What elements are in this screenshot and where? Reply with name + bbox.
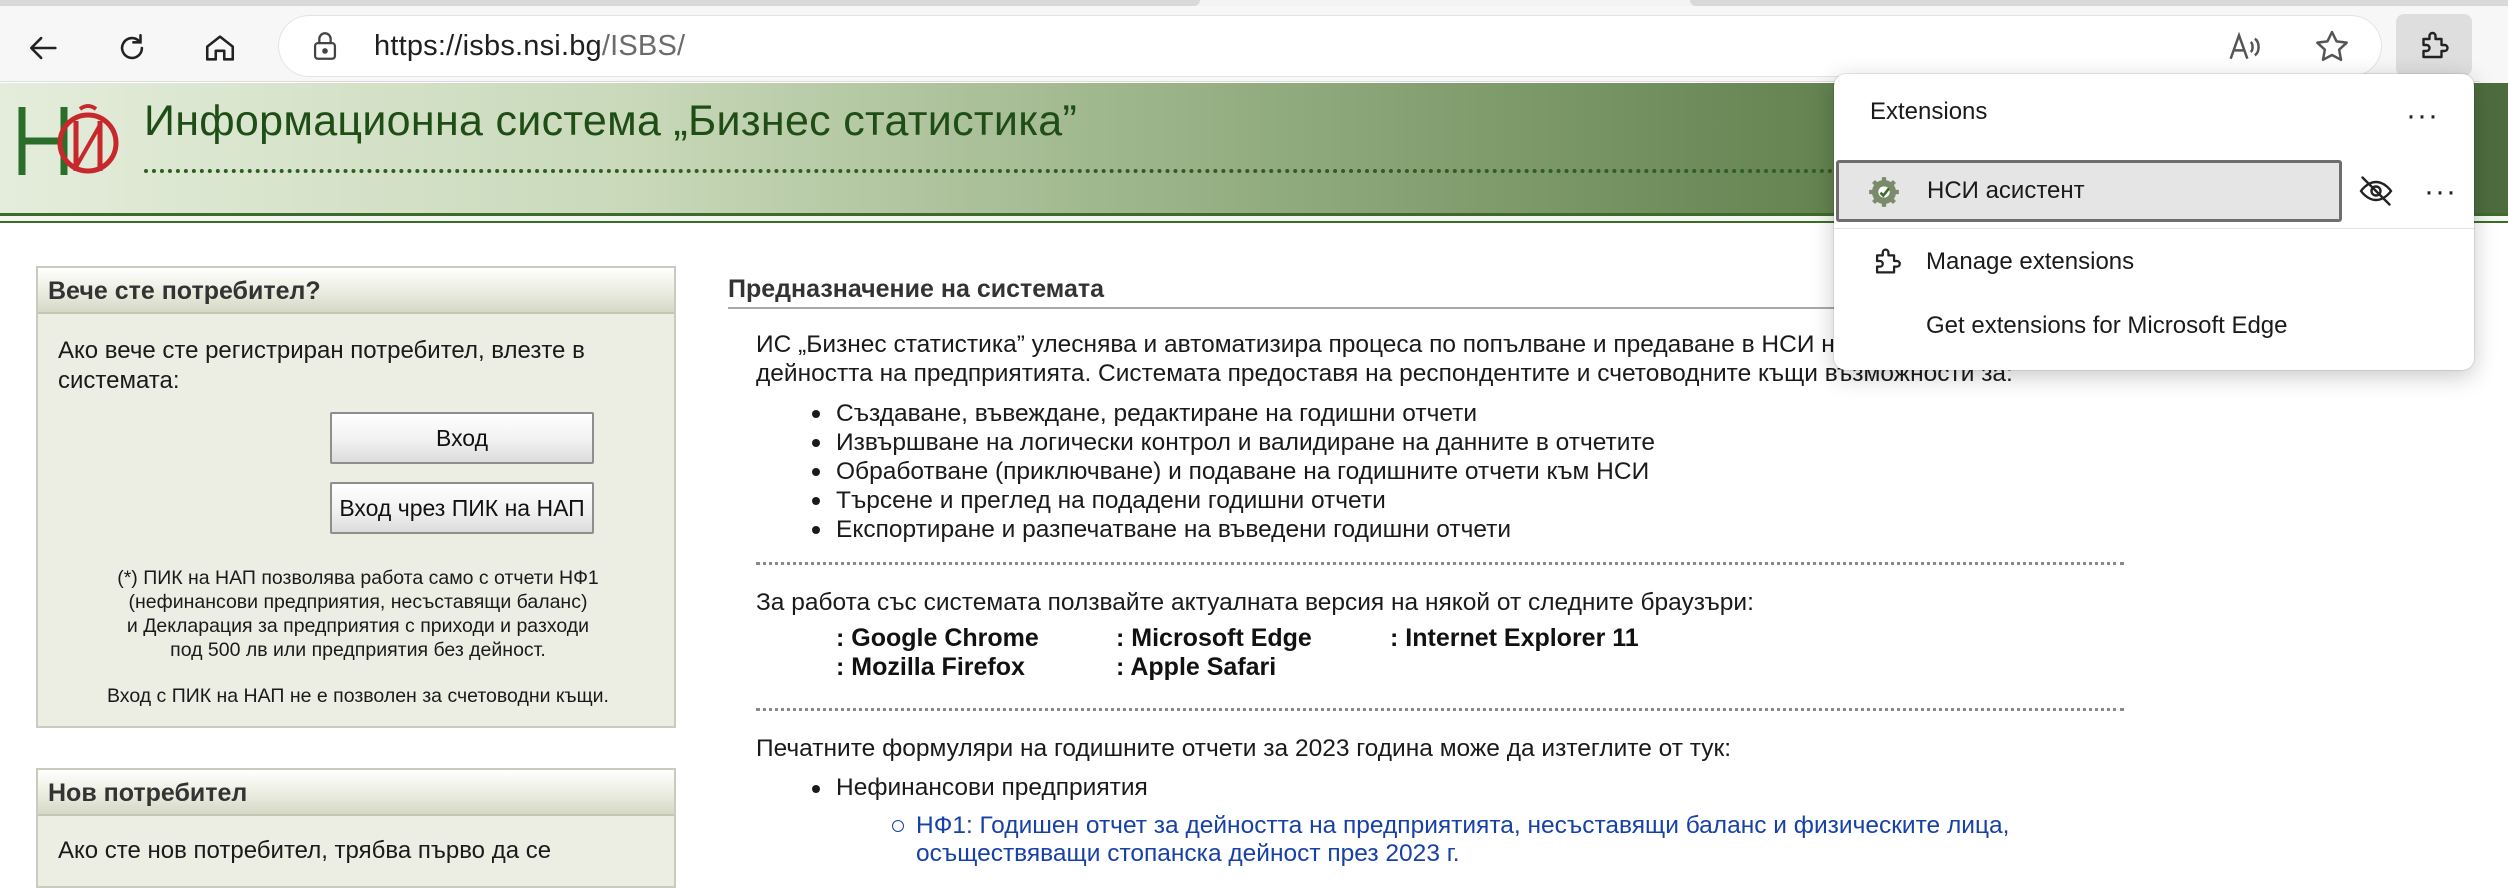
login-panel-text-line2: системата: [58, 367, 180, 394]
extension-name: НСИ асистент [1927, 177, 2085, 204]
pik-note-line3: и Декларация за предприятия с приходи и … [126, 615, 590, 637]
back-icon [29, 36, 57, 60]
intro-line1: ИС „Бизнес статистика” улеснява и автома… [756, 331, 1865, 358]
browser-microsoft-edge: : Microsoft Edge [1116, 624, 1312, 652]
url-host: https://isbs.nsi.bg [374, 30, 602, 62]
extensions-popup: Extensions ··· НСИ асистент ··· Manage e… [1834, 74, 2474, 370]
back-button[interactable] [16, 20, 72, 76]
pik-login-button[interactable]: Вход чрез ПИК на НАП [330, 482, 594, 534]
login-button[interactable]: Вход [330, 412, 594, 464]
popup-divider [1834, 228, 2474, 229]
get-extensions-link[interactable]: Get extensions for Microsoft Edge [1926, 312, 2288, 340]
favorite-star-icon[interactable] [2312, 27, 2352, 67]
list-item: Обработване (приключване) и подаване на … [811, 457, 1655, 486]
section-title: Предназначение на системата [728, 275, 1105, 303]
pik-note-line2: (нефинансови предприятия, несъставящи ба… [128, 591, 588, 613]
extensions-button[interactable] [2396, 14, 2472, 76]
url-path: /ISBS/ [601, 30, 686, 62]
login-panel-title: Вече сте потребител? [38, 268, 674, 314]
forms-intro: Печатните формуляри на годишните отчети … [756, 735, 1732, 762]
new-user-panel-title: Нов потребител [38, 770, 674, 816]
refresh-button[interactable] [104, 20, 160, 76]
list-item: Търсене и преглед на подадени годишни от… [811, 486, 1655, 515]
lock-icon[interactable] [308, 29, 342, 63]
home-button[interactable] [192, 20, 248, 76]
browser-toolbar: https://isbs.nsi.bg/ISBS/ [0, 6, 2508, 88]
refresh-icon [120, 33, 144, 60]
browser-apple-safari: : Apple Safari [1116, 653, 1277, 681]
new-user-panel: Нов потребител Ако сте нов потребител, т… [36, 768, 676, 888]
extensions-puzzle-icon [1875, 248, 1901, 274]
browser-mozilla-firefox: : Mozilla Firefox [836, 653, 1025, 681]
list-item: Създаване, въвеждане, редактиране на год… [811, 399, 1655, 428]
browser-google-chrome: : Google Chrome [836, 624, 1039, 652]
extensions-puzzle-icon [2422, 31, 2449, 59]
login-panel-text-line1: Ако вече сте регистриран потребител, вле… [58, 337, 585, 364]
read-aloud-icon[interactable] [2224, 27, 2264, 67]
extension-item-more-button[interactable]: ··· [2424, 177, 2457, 207]
address-bar[interactable]: https://isbs.nsi.bg/ISBS/ [278, 15, 2382, 77]
hide-eye-icon [2359, 176, 2393, 206]
intro-line2: дейността на предприятията. Системата пр… [756, 360, 2013, 387]
new-user-panel-text: Ако сте нов потребител, трябва първо да … [58, 837, 552, 864]
forms-category: Нефинансови предприятия [812, 774, 1148, 801]
form-link-line2[interactable]: осъществяващи стопанска дейност през 202… [916, 840, 2156, 868]
url-text[interactable]: https://isbs.nsi.bg/ISBS/ [374, 15, 685, 77]
manage-extensions-link[interactable]: Manage extensions [1926, 248, 2134, 276]
features-list: Създаване, въвеждане, редактиране на год… [811, 399, 1656, 544]
pik-note-line5: Вход с ПИК на НАП не е позволен за счето… [107, 685, 609, 707]
hide-extension-button[interactable] [2348, 162, 2404, 220]
site-title: Информационна система „Бизнес статистика… [144, 97, 1078, 145]
list-item: Експортиране и разпечатване на въведени … [811, 515, 1655, 544]
nsi-logo-icon[interactable] [16, 101, 124, 181]
extensions-more-button[interactable]: ··· [2406, 101, 2439, 131]
extensions-popup-title: Extensions [1870, 98, 1988, 125]
dotted-divider [756, 562, 2124, 565]
home-icon [205, 35, 235, 61]
dotted-divider [756, 708, 2124, 711]
pik-note-line1: (*) ПИК на НАП позволява работа само с о… [117, 567, 599, 589]
list-item: Извършване на логически контрол и валиди… [811, 429, 1656, 456]
browsers-intro: За работа със системата ползвайте актуал… [756, 589, 1754, 616]
toolbar-right-edge [2480, 12, 2508, 88]
title-dotted-divider [144, 169, 1834, 173]
gear-icon [1869, 177, 1899, 207]
form-link-line1[interactable]: НФ1: Годишен отчет за дейността на предп… [916, 812, 2156, 840]
browser-internet-explorer: : Internet Explorer 11 [1390, 624, 1639, 652]
pik-note-line4: под 500 лв или предприятия без дейност. [170, 639, 546, 661]
login-panel: Вече сте потребител? Ако вече сте регист… [36, 266, 676, 728]
extension-item-nsi-assistant[interactable]: НСИ асистент [1836, 160, 2342, 222]
